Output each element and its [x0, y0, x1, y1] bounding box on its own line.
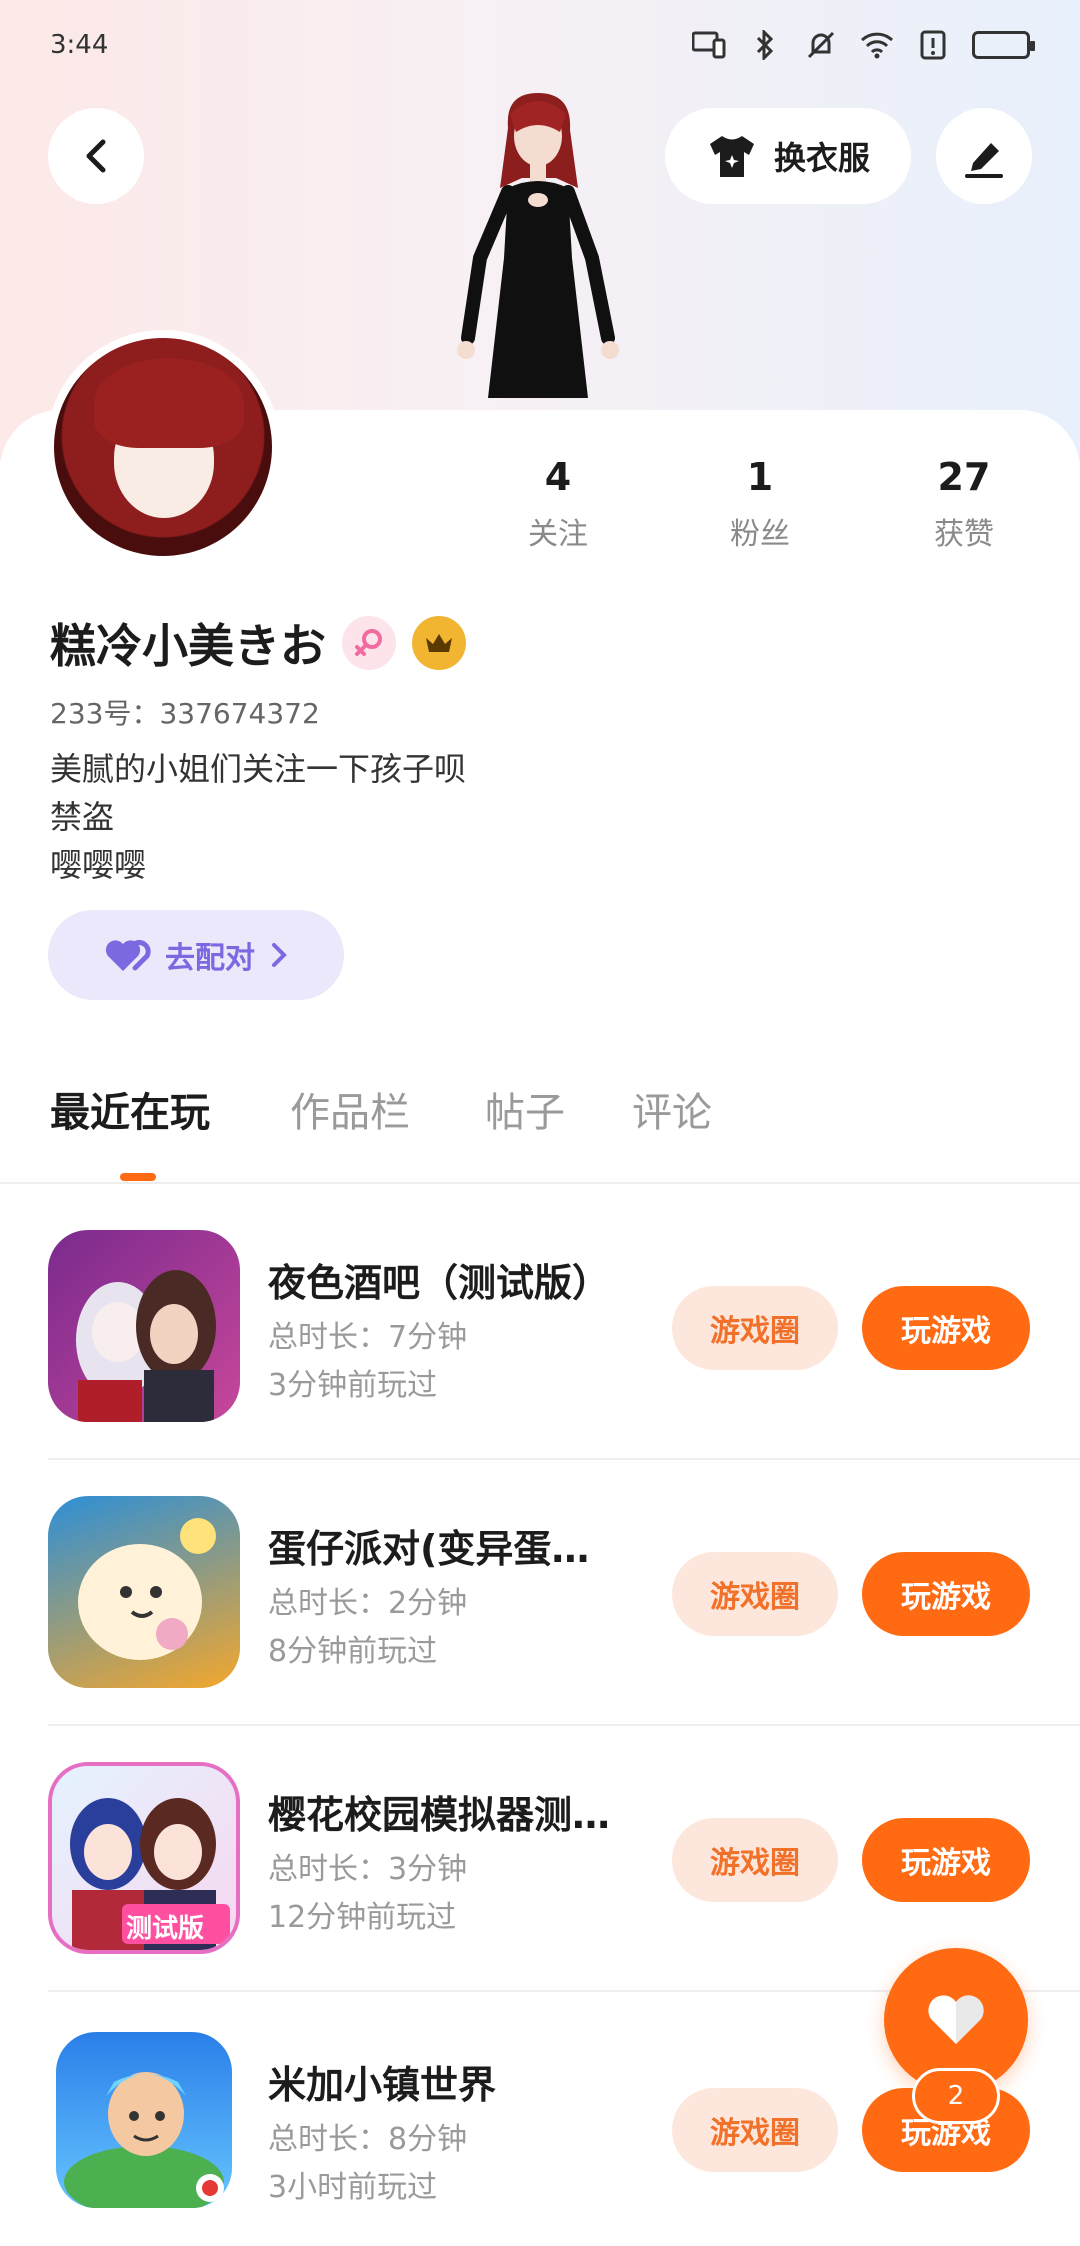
- list-item[interactable]: 蛋仔派对(变异蛋… 总时长：2分钟 8分钟前玩过 游戏圈 玩游戏: [0, 1496, 1080, 1762]
- tab-comments[interactable]: 评论: [632, 1080, 712, 1138]
- match-label: 去配对: [165, 941, 255, 976]
- stat-following[interactable]: 4 关注: [478, 455, 638, 553]
- stat-following-label: 关注: [528, 517, 588, 552]
- game-icon-night-bar: [48, 1230, 240, 1422]
- avatar[interactable]: [46, 330, 280, 564]
- bio-line: 美腻的小姐们关注一下孩子呗: [50, 750, 467, 788]
- profile-tabs: 最近在玩 作品栏 帖子 评论: [0, 1080, 1080, 1181]
- heart-icon: [105, 940, 151, 971]
- tshirt-icon: [709, 136, 754, 177]
- dress-up-label: 换衣服: [773, 139, 870, 177]
- game-circle-button[interactable]: 游戏圈: [672, 1552, 838, 1636]
- stat-likes-value: 27: [937, 455, 991, 499]
- tab-recently-played[interactable]: 最近在玩: [50, 1080, 210, 1138]
- mute-bell-icon: [804, 30, 838, 60]
- status-bar: 3:44: [0, 0, 1080, 90]
- list-divider: [48, 1458, 1080, 1460]
- game-circle-button[interactable]: 游戏圈: [672, 1286, 838, 1370]
- alert-icon: [916, 30, 950, 60]
- game-title: 蛋仔派对(变异蛋…: [268, 1527, 590, 1571]
- stat-followers-label: 粉丝: [730, 517, 790, 552]
- tab-active-indicator: [120, 1173, 156, 1181]
- chevron-left-icon: [86, 139, 106, 173]
- game-last-played: 8分钟前玩过: [268, 1634, 438, 1669]
- game-duration: 总时长：2分钟: [268, 1586, 468, 1621]
- status-icons: [692, 30, 1035, 60]
- game-circle-button[interactable]: 游戏圈: [672, 1818, 838, 1902]
- game-icon-sakura-school: 测试版: [48, 1762, 240, 1954]
- female-gender-icon: [342, 616, 396, 670]
- tab-works[interactable]: 作品栏: [290, 1080, 410, 1138]
- status-time: 3:44: [50, 30, 109, 60]
- game-duration: 总时长：3分钟: [268, 1852, 468, 1887]
- pencil-icon: [965, 143, 1003, 178]
- stat-likes[interactable]: 27 获赞: [884, 455, 1044, 553]
- game-title: 樱花校园模拟器测…: [268, 1793, 611, 1837]
- wifi-icon: [860, 30, 894, 60]
- game-icon-miga-town: [56, 2032, 232, 2208]
- screen-cast-icon: [692, 30, 726, 60]
- stat-likes-label: 获赞: [934, 517, 994, 552]
- list-divider: [48, 1724, 1080, 1726]
- bio-line: 嘤嘤嘤: [50, 846, 147, 884]
- heart-icon: [928, 1995, 984, 2044]
- play-game-button[interactable]: 玩游戏: [862, 1818, 1030, 1902]
- chevron-right-icon: [272, 943, 287, 967]
- user-name: 糕冷小美きお: [50, 619, 326, 673]
- avatar-3d-figure[interactable]: [430, 88, 640, 408]
- list-item[interactable]: 夜色酒吧（测试版） 总时长：7分钟 3分钟前玩过 游戏圈 玩游戏: [0, 1230, 1080, 1496]
- back-button[interactable]: [48, 108, 144, 204]
- game-duration: 总时长：8分钟: [268, 2122, 468, 2157]
- avatar-image: [54, 338, 272, 556]
- game-last-played: 3小时前玩过: [268, 2170, 438, 2205]
- game-icon-badge-text: 测试版: [126, 1914, 205, 1944]
- game-circle-button[interactable]: 游戏圈: [672, 2088, 838, 2172]
- name-row: 糕冷小美きお: [50, 610, 466, 676]
- crown-icon[interactable]: [412, 616, 466, 670]
- bio-line: 禁盗: [50, 798, 115, 836]
- game-duration: 总时长：7分钟: [268, 1320, 468, 1355]
- stat-followers-value: 1: [746, 455, 774, 499]
- match-button[interactable]: 去配对: [48, 910, 344, 1000]
- play-game-button[interactable]: 玩游戏: [862, 1286, 1030, 1370]
- game-title: 米加小镇世界: [268, 2063, 497, 2107]
- like-count-badge: 2: [912, 2068, 1000, 2124]
- user-bio: 美腻的小姐们关注一下孩子呗 禁盗 嘤嘤嘤: [50, 745, 466, 889]
- tab-posts[interactable]: 帖子: [485, 1080, 565, 1138]
- game-icon-eggy-party: [48, 1496, 240, 1688]
- stat-following-value: 4: [544, 455, 572, 499]
- battery-icon: [972, 31, 1035, 59]
- user-id: 233号：337674372: [50, 697, 320, 730]
- play-game-button[interactable]: 玩游戏: [862, 1552, 1030, 1636]
- game-last-played: 12分钟前玩过: [268, 1900, 457, 1935]
- stat-followers[interactable]: 1 粉丝: [680, 455, 840, 553]
- bluetooth-icon: [748, 30, 782, 60]
- game-last-played: 3分钟前玩过: [268, 1368, 438, 1403]
- tabs-divider: [0, 1182, 1080, 1184]
- dress-up-button[interactable]: 换衣服: [665, 108, 911, 204]
- game-title: 夜色酒吧（测试版）: [268, 1261, 611, 1305]
- edit-profile-button[interactable]: [936, 108, 1032, 204]
